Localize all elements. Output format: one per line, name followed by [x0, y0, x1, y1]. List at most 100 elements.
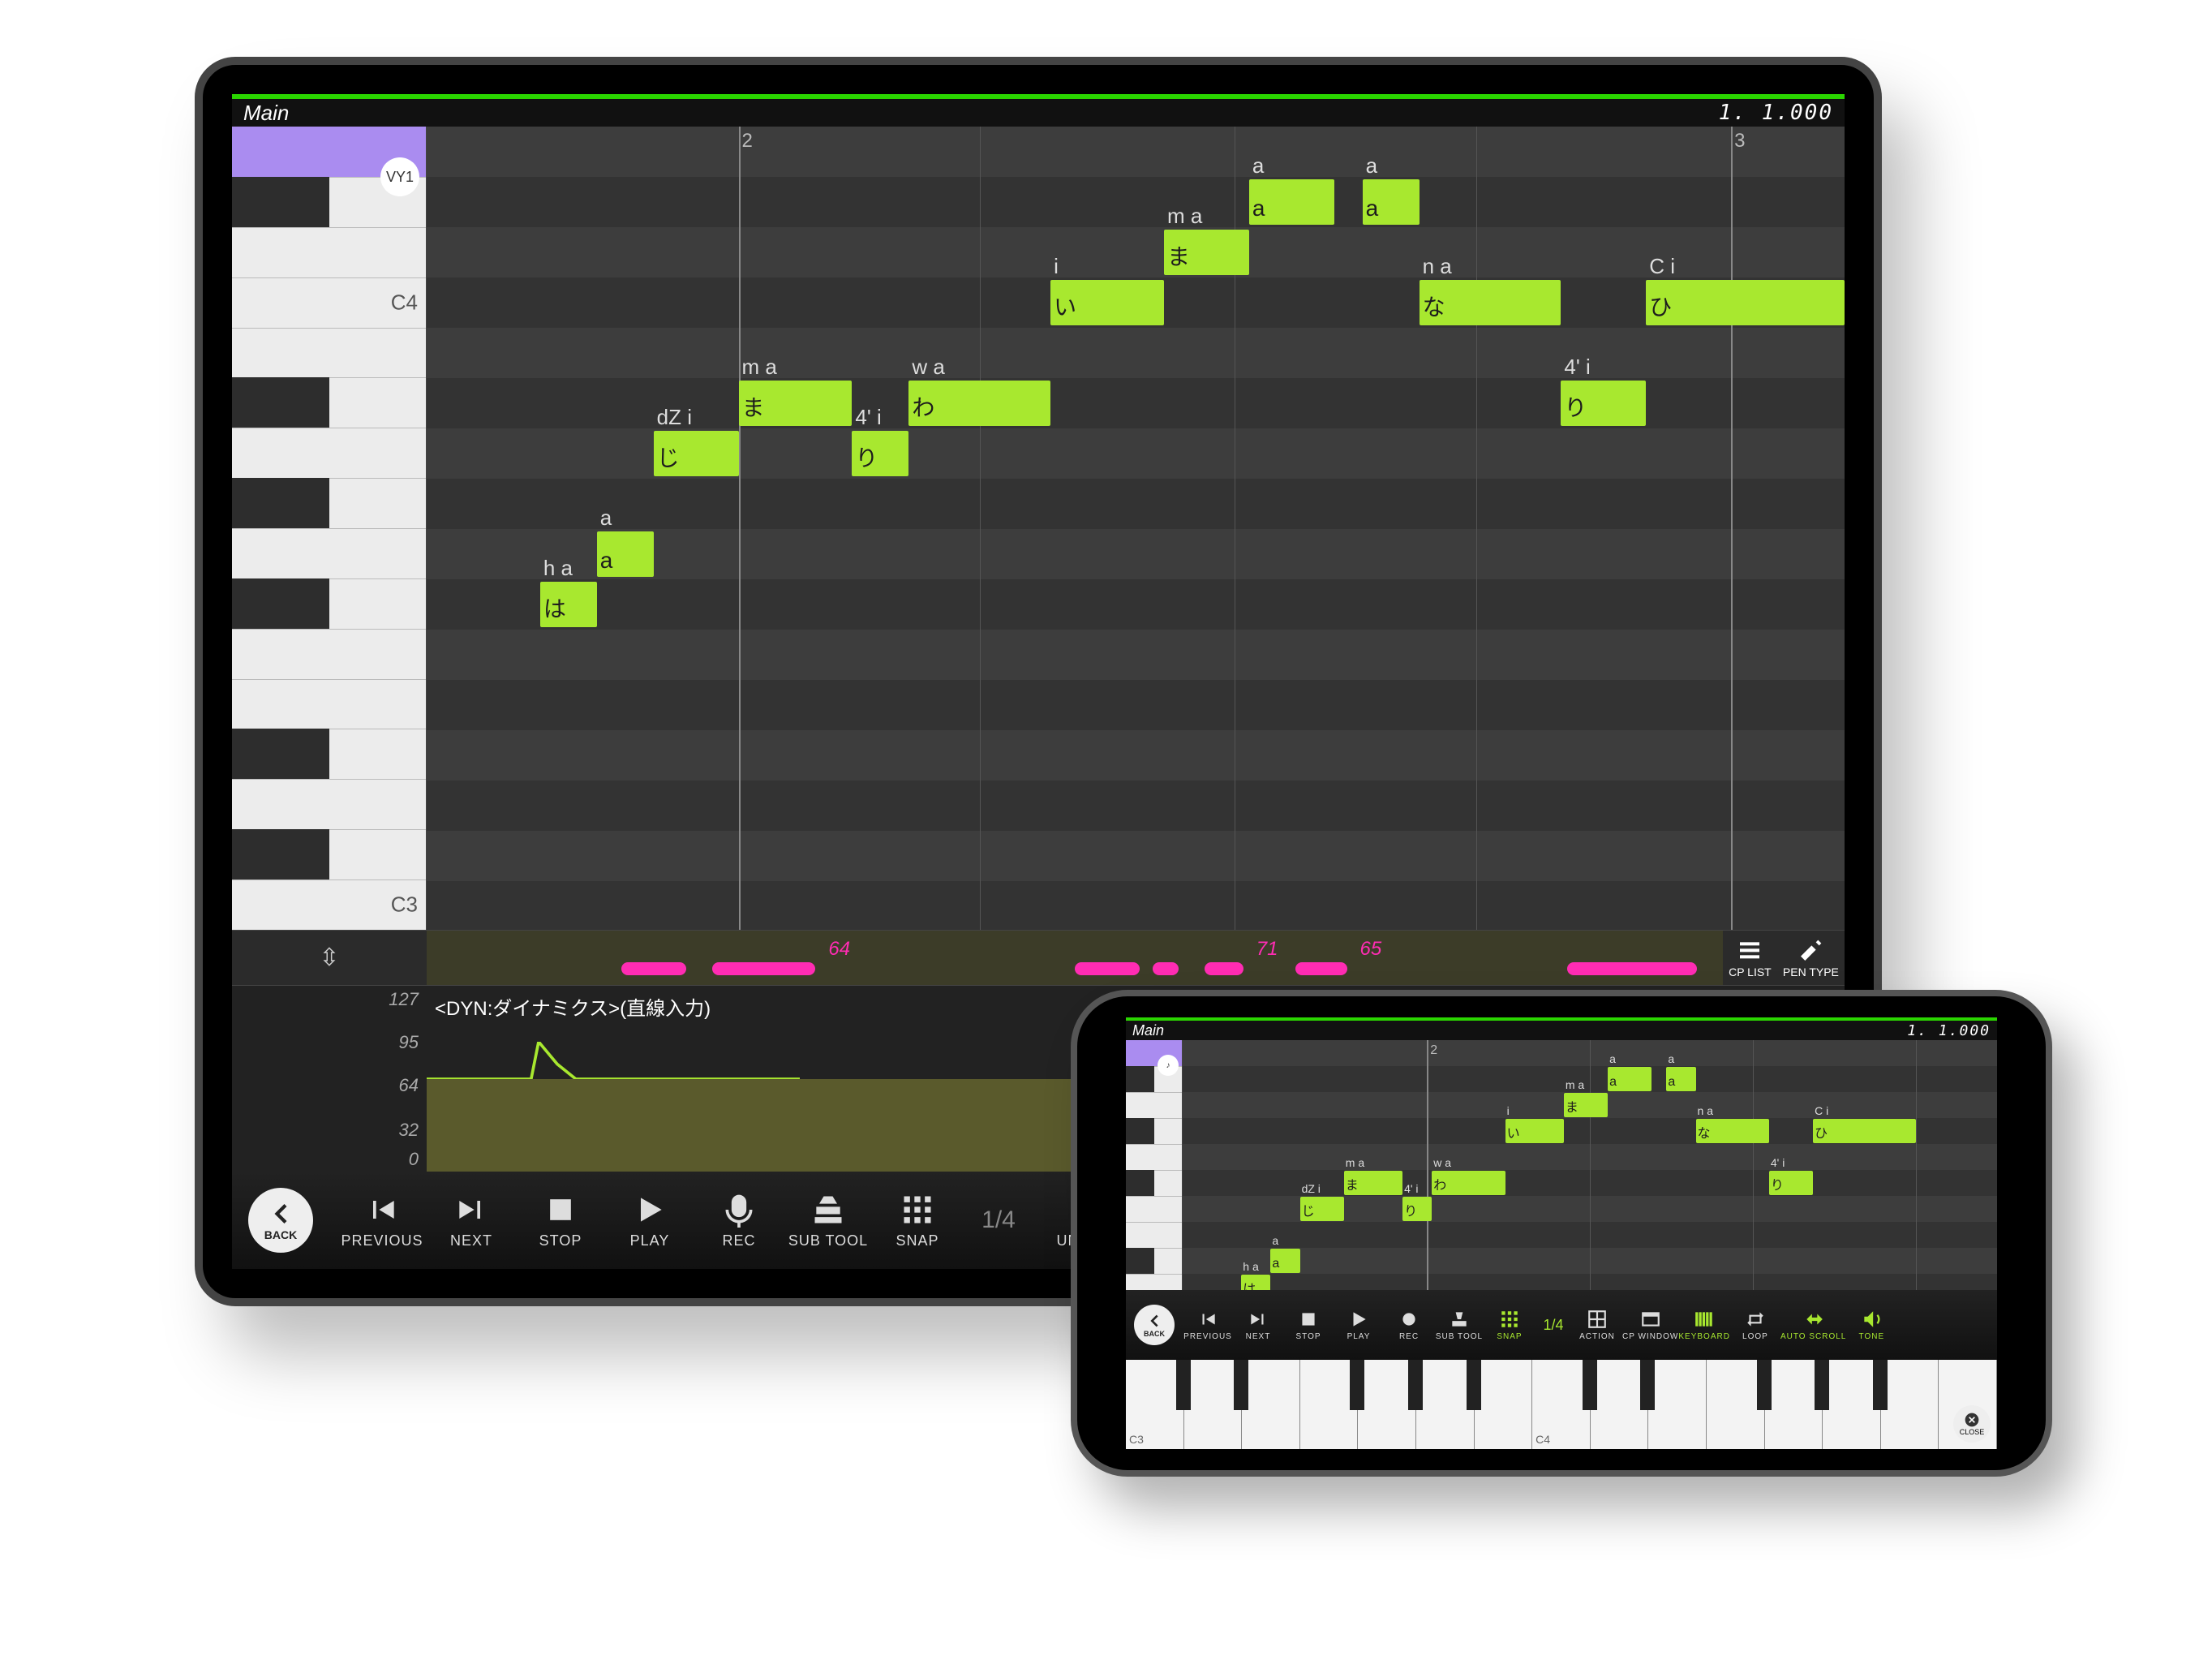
loop-button[interactable]: LOOP — [1730, 1309, 1780, 1341]
note[interactable]: dZ iじ — [1300, 1197, 1344, 1221]
previous-button[interactable]: PREVIOUS — [1183, 1309, 1233, 1341]
note[interactable]: iい — [1050, 280, 1164, 325]
note[interactable]: m aま — [739, 381, 853, 426]
back-button[interactable]: BACK — [1134, 1305, 1175, 1345]
piano-roll-editor: ♪ 2 h aはaadZ iじm aま — [1126, 1040, 1997, 1300]
note-lyric: ま — [1566, 1096, 1578, 1116]
note[interactable]: m aま — [1564, 1093, 1608, 1117]
note[interactable]: n aな — [1696, 1119, 1769, 1143]
voice-avatar-icon[interactable]: ♪ — [1158, 1055, 1179, 1076]
note-lyric: ひ — [1649, 290, 1672, 322]
note[interactable]: m aま — [1164, 230, 1249, 275]
note-phoneme: m a — [1167, 204, 1202, 229]
keyboard-button[interactable]: KEYBOARD — [1678, 1309, 1730, 1341]
note-grid[interactable]: 2 h aはaadZ iじm aま4' iりw aわiいm aまaaaan aな… — [1183, 1040, 1997, 1300]
piano-keys[interactable]: C4 C3 — [232, 177, 426, 930]
subtool-button[interactable]: SUB TOOL — [1434, 1309, 1484, 1341]
note[interactable]: aa — [1666, 1067, 1695, 1091]
note-lyric: な — [1423, 290, 1445, 322]
note[interactable]: dZ iじ — [654, 431, 739, 476]
rec-button[interactable]: REC — [694, 1192, 784, 1249]
snap-value[interactable]: 1/4 — [962, 1206, 1035, 1234]
pen-type-button[interactable]: PEN TYPE — [1783, 938, 1839, 978]
note-lyric: a — [1668, 1075, 1675, 1090]
transport-position: 1. 1.000 — [1719, 101, 1833, 125]
note[interactable]: 4' iり — [852, 431, 908, 476]
note-phoneme: a — [1272, 1234, 1278, 1247]
note-grid[interactable]: 2 3 h aはaadZ iじm aま4' iりw aわiいm aまaaaan … — [427, 127, 1845, 930]
back-button[interactable]: BACK — [248, 1188, 313, 1253]
transport-bar: BACK PREVIOUS NEXT STOP PLAY REC SUB TOO… — [1126, 1290, 1997, 1360]
header-bar: Main 1. 1.000 — [1126, 1021, 1997, 1040]
piano-roll-editor: VY1 C4 — [232, 127, 1845, 930]
bar-label: 2 — [1430, 1043, 1437, 1058]
stop-button[interactable]: STOP — [1283, 1309, 1334, 1341]
note[interactable]: C iひ — [1813, 1119, 1916, 1143]
cp-list-button[interactable]: CP LIST — [1729, 938, 1772, 978]
note[interactable]: aa — [1249, 179, 1334, 225]
note-phoneme: a — [1366, 153, 1377, 178]
note-phoneme: h a — [543, 556, 573, 581]
note-phoneme: i — [1507, 1104, 1510, 1117]
piano-keys[interactable] — [1126, 1066, 1182, 1300]
voice-avatar-icon[interactable]: VY1 — [380, 157, 419, 196]
velocity-strip: ⇳ 64 71 65 CP LIST PEN — [232, 930, 1845, 985]
note-lyric: じ — [1302, 1200, 1315, 1219]
subtool-button[interactable]: SUB TOOL — [784, 1192, 873, 1249]
piano-column[interactable]: ♪ — [1126, 1040, 1183, 1300]
note-lyric: な — [1698, 1122, 1711, 1142]
note[interactable]: n aな — [1420, 280, 1561, 325]
note-lyric: り — [1564, 390, 1587, 423]
velocity-value: 65 — [1360, 938, 1382, 961]
section-title: Main — [243, 101, 289, 126]
note[interactable]: m aま — [1344, 1171, 1402, 1195]
note-phoneme: m a — [742, 355, 777, 380]
note[interactable]: aa — [597, 531, 654, 577]
note-phoneme: n a — [1698, 1104, 1713, 1117]
note-lyric: a — [1272, 1257, 1279, 1271]
autoscroll-button[interactable]: AUTO SCROLL — [1780, 1309, 1846, 1341]
note-phoneme: dZ i — [657, 405, 692, 430]
note[interactable]: h aは — [540, 582, 597, 627]
note[interactable]: iい — [1505, 1119, 1564, 1143]
note[interactable]: w aわ — [908, 381, 1050, 426]
cp-window-button[interactable]: CP WINDOW — [1622, 1309, 1678, 1341]
note[interactable]: aa — [1363, 179, 1420, 225]
snap-button[interactable]: SNAP — [1484, 1309, 1535, 1341]
note[interactable]: 4' iり — [1561, 381, 1646, 426]
note-phoneme: m a — [1566, 1078, 1584, 1091]
note-lyric: a — [1366, 196, 1379, 221]
play-button[interactable]: PLAY — [1334, 1309, 1384, 1341]
note[interactable]: 4' iり — [1769, 1171, 1813, 1195]
snap-value[interactable]: 1/4 — [1535, 1317, 1572, 1334]
velocity-value: 64 — [828, 938, 850, 961]
note[interactable]: C iひ — [1646, 280, 1845, 325]
action-button[interactable]: ACTION — [1572, 1309, 1622, 1341]
note[interactable]: 4' iり — [1402, 1197, 1432, 1221]
transport-position: 1. 1.000 — [1907, 1022, 1991, 1039]
snap-button[interactable]: SNAP — [873, 1192, 962, 1249]
note-phoneme: a — [1609, 1052, 1616, 1065]
note[interactable]: aa — [1608, 1067, 1651, 1091]
resize-handle-icon[interactable]: ⇳ — [232, 931, 427, 985]
note[interactable]: aa — [1270, 1249, 1299, 1273]
previous-button[interactable]: PREVIOUS — [337, 1192, 427, 1249]
note[interactable]: w aわ — [1432, 1171, 1505, 1195]
voice-header[interactable]: VY1 — [232, 127, 426, 177]
play-button[interactable]: PLAY — [605, 1192, 694, 1249]
note-phoneme: w a — [912, 355, 944, 380]
tone-button[interactable]: TONE — [1846, 1309, 1896, 1341]
onscreen-keyboard[interactable]: C3 C4 — [1126, 1360, 1997, 1449]
note-lyric: わ — [1433, 1174, 1446, 1193]
close-button[interactable]: CLOSE — [1953, 1405, 1991, 1443]
note-lyric: り — [1771, 1174, 1784, 1193]
velocity-lane[interactable]: 64 71 65 — [427, 931, 1723, 985]
next-button[interactable]: NEXT — [427, 1192, 516, 1249]
stop-button[interactable]: STOP — [516, 1192, 605, 1249]
rec-button[interactable]: REC — [1384, 1309, 1434, 1341]
piano-column[interactable]: VY1 C4 — [232, 127, 427, 930]
voice-header[interactable]: ♪ — [1126, 1040, 1182, 1066]
note-phoneme: 4' i — [855, 405, 881, 430]
next-button[interactable]: NEXT — [1233, 1309, 1283, 1341]
note-phoneme: i — [1054, 254, 1059, 279]
